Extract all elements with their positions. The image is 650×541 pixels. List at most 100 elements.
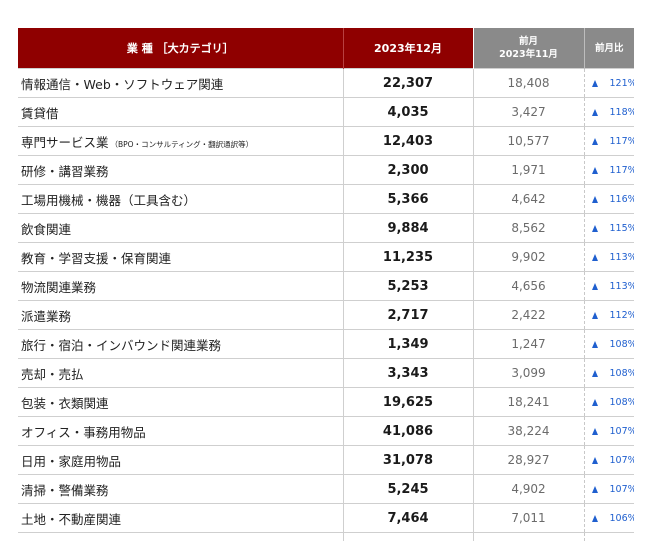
ratio-value: 121% [609, 77, 635, 89]
current-value: 5,253 [343, 271, 474, 301]
ratio-cell: 106% [584, 503, 635, 533]
up-arrow-icon [591, 166, 598, 174]
ratio-value: 106% [609, 512, 635, 524]
table-row: 包装・衣類関連 19,625 18,241 108% [18, 387, 635, 417]
previous-value: 18,408 [473, 68, 585, 98]
ratio-value: 108% [609, 396, 635, 408]
table-row: 日用・家庭用物品 31,078 28,927 107% [18, 445, 634, 475]
table-row: 専門サービス業 （BPO・コンサルティング・翻訳通訳等） 12,403 10,577 1… [18, 126, 635, 156]
ratio-cell: 112% [584, 300, 635, 330]
empty-cell [584, 533, 634, 541]
current-value: 12,403 [343, 126, 474, 156]
up-arrow-icon [591, 137, 598, 145]
ratio-value: 117% [609, 135, 635, 147]
table-row: 賃貸借 4,035 3,427 118% [18, 97, 634, 127]
category-cell: 情報通信・Web・ソフトウェア関連 [18, 68, 344, 98]
table-row: 売却・売払 3,343 3,099 108% [18, 358, 635, 388]
header-current-month: 2023年12月 [343, 28, 473, 69]
ratio-cell: 107% [584, 416, 634, 446]
previous-value: 10,577 [473, 126, 585, 156]
current-value: 7,464 [343, 503, 474, 533]
table-row: 情報通信・Web・ソフトウェア関連 22,307 18,408 121% [18, 68, 635, 98]
up-arrow-icon [591, 369, 598, 377]
category-label: 旅行・宿泊・インバウンド関連業務 [21, 337, 222, 353]
ratio-value: 117% [609, 164, 635, 176]
previous-value: 2,422 [473, 300, 585, 330]
table-row: 清掃・警備業務 5,245 4,902 107% [18, 474, 635, 504]
category-label: 派遣業務 [21, 308, 72, 324]
table-row: 研修・講習業務 2,300 1,971 117% [18, 155, 635, 185]
ratio-cell: 118% [584, 97, 634, 127]
table-row: オフィス・事務用物品 41,086 38,224 107% [18, 416, 634, 446]
up-arrow-icon [591, 195, 598, 203]
category-cell: 物流関連業務 [18, 271, 344, 301]
category-cell: 土地・不動産関連 [18, 503, 344, 533]
category-cell: 旅行・宿泊・インバウンド関連業務 [18, 329, 344, 359]
category-cell: 研修・講習業務 [18, 155, 344, 185]
ratio-value: 108% [609, 367, 635, 379]
previous-value: 18,241 [473, 387, 585, 417]
ratio-cell: 113% [584, 271, 634, 301]
industry-table: 業 種 ［大カテゴリ］ 2023年12月 前月 2023年11月 前月比 情報通… [18, 28, 634, 541]
header-ratio: 前月比 [584, 28, 634, 69]
current-value: 1,349 [343, 329, 474, 359]
category-cell: 派遣業務 [18, 300, 344, 330]
up-arrow-icon [591, 456, 598, 464]
category-label: 研修・講習業務 [21, 163, 109, 179]
ratio-value: 107% [609, 483, 635, 495]
current-value: 5,366 [343, 184, 474, 214]
previous-value: 3,427 [473, 97, 585, 127]
category-cell: 賃貸借 [18, 97, 344, 127]
ratio-value: 112% [609, 309, 635, 321]
category-label: 教育・学習支援・保育関連 [21, 250, 172, 266]
ratio-cell: 113% [584, 242, 635, 272]
category-cell: 教育・学習支援・保育関連 [18, 242, 344, 272]
table-row: 派遣業務 2,717 2,422 112% [18, 300, 635, 330]
up-arrow-icon [591, 340, 598, 348]
up-arrow-icon [591, 79, 598, 87]
category-cell: 専門サービス業 （BPO・コンサルティング・翻訳通訳等） [18, 126, 344, 156]
current-value: 2,717 [343, 300, 474, 330]
category-label: 飲食関連 [21, 221, 72, 237]
current-value: 9,884 [343, 213, 474, 243]
ratio-cell: 107% [584, 474, 635, 504]
ratio-value: 116% [609, 193, 635, 205]
previous-value: 3,099 [473, 358, 585, 388]
current-value: 5,245 [343, 474, 474, 504]
category-note: （BPO・コンサルティング・翻訳通訳等） [110, 139, 254, 149]
table-row-continued [18, 532, 634, 541]
category-cell: 包装・衣類関連 [18, 387, 344, 417]
header-previous-month: 前月 2023年11月 [472, 28, 585, 69]
previous-value: 9,902 [473, 242, 585, 272]
table-row: 土地・不動産関連 7,464 7,011 106% [18, 503, 635, 533]
category-label: オフィス・事務用物品 [21, 424, 146, 440]
ratio-value: 113% [609, 251, 635, 263]
category-label: 賃貸借 [21, 105, 59, 121]
category-cell: 工場用機械・機器（工具含む） [18, 184, 344, 214]
up-arrow-icon [591, 485, 598, 493]
category-label: 清掃・警備業務 [21, 482, 109, 498]
ratio-value: 115% [609, 222, 635, 234]
table-row: 飲食関連 9,884 8,562 115% [18, 213, 635, 243]
table-row: 工場用機械・機器（工具含む） 5,366 4,642 116% [18, 184, 635, 214]
table-row: 物流関連業務 5,253 4,656 113% [18, 271, 634, 301]
current-value: 19,625 [343, 387, 474, 417]
header-previous-date: 2023年11月 [499, 49, 558, 60]
category-cell: 日用・家庭用物品 [18, 445, 344, 475]
previous-value: 8,562 [473, 213, 585, 243]
ratio-cell: 116% [584, 184, 635, 214]
previous-value: 7,011 [473, 503, 585, 533]
table-container: 業 種 ［大カテゴリ］ 2023年12月 前月 2023年11月 前月比 情報通… [18, 28, 634, 541]
previous-value: 4,642 [473, 184, 585, 214]
ratio-cell: 117% [584, 126, 635, 156]
current-value: 22,307 [343, 68, 474, 98]
previous-value: 28,927 [473, 445, 585, 475]
ratio-cell: 108% [584, 387, 635, 417]
previous-value: 4,902 [473, 474, 585, 504]
table-header-row: 業 種 ［大カテゴリ］ 2023年12月 前月 2023年11月 前月比 [18, 28, 634, 69]
category-label: 包装・衣類関連 [21, 395, 109, 411]
current-value: 4,035 [343, 97, 474, 127]
category-cell: オフィス・事務用物品 [18, 416, 344, 446]
header-previous-label: 前月 [518, 36, 538, 47]
up-arrow-icon [591, 427, 598, 435]
